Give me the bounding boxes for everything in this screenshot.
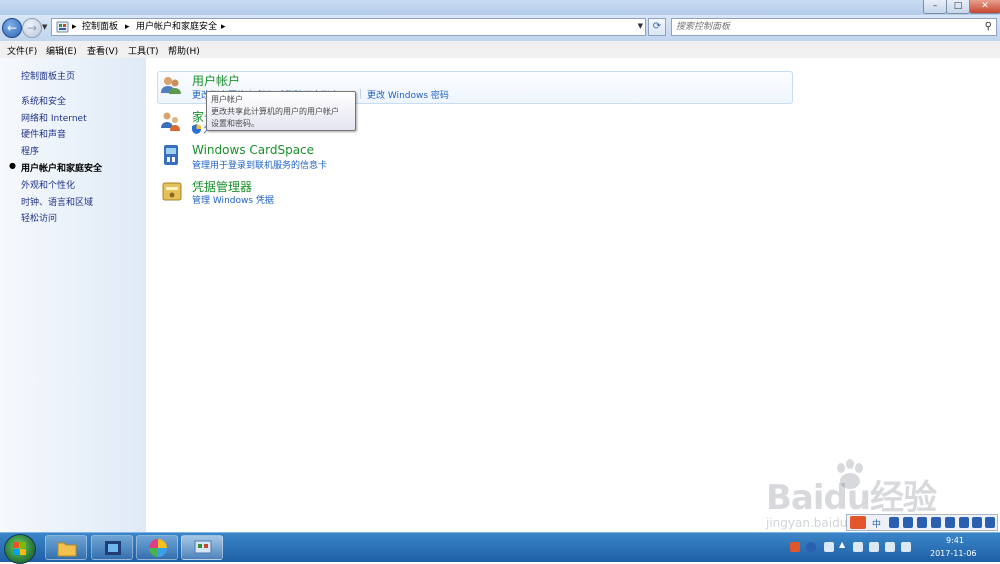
windows-logo-icon bbox=[13, 542, 26, 555]
back-button[interactable]: ← bbox=[2, 18, 22, 38]
sidebar-item-network-internet[interactable]: 网络和 Internet bbox=[21, 111, 87, 124]
clock-time[interactable]: 9:41 bbox=[946, 536, 964, 545]
breadcrumb-control-panel[interactable]: 控制面板 bbox=[82, 21, 118, 33]
tooltip-text-line2: 设置和密码。 bbox=[211, 119, 259, 128]
taskbar-color-app-button[interactable] bbox=[136, 535, 178, 560]
control-panel-window: – □ ✕ ← → ▼ ▸ 控制面板 ▸ 用户帐户和家庭安全 ▸ ▼ ⟳ 搜索控… bbox=[0, 0, 1000, 532]
link-manage-information-cards[interactable]: 管理用于登录到联机服务的信息卡 bbox=[192, 158, 327, 171]
menu-help[interactable]: 帮助(H) bbox=[168, 44, 200, 57]
wrench-icon[interactable] bbox=[985, 517, 995, 528]
sidebar-item-control-panel-home[interactable]: 控制面板主页 bbox=[21, 69, 75, 82]
refresh-icon: ⟳ bbox=[652, 21, 662, 32]
user-icon[interactable] bbox=[959, 517, 969, 528]
credential-manager-icon[interactable] bbox=[161, 180, 183, 202]
back-arrow-icon: ← bbox=[6, 21, 18, 35]
moon-icon[interactable] bbox=[889, 517, 899, 528]
control-panel-icon bbox=[56, 21, 69, 33]
menu-file[interactable]: 文件(F) bbox=[7, 44, 37, 57]
sogou-tray-icon[interactable] bbox=[790, 542, 800, 552]
network-tray-icon[interactable] bbox=[869, 542, 879, 552]
user-accounts-icon[interactable] bbox=[160, 74, 182, 96]
parental-controls-icon[interactable] bbox=[160, 110, 182, 132]
minimize-button[interactable]: – bbox=[923, 0, 947, 14]
category-title-windows-cardspace[interactable]: Windows CardSpace bbox=[192, 143, 314, 157]
punctuation-icon[interactable] bbox=[903, 517, 913, 528]
sogou-ime-icon[interactable] bbox=[850, 516, 866, 529]
music-icon[interactable] bbox=[917, 517, 927, 528]
forward-button[interactable]: → bbox=[22, 18, 42, 38]
taskbar: ▲ bbox=[0, 532, 1000, 564]
tooltip-text-line1: 更改共享此计算机的用户的用户帐户 bbox=[211, 107, 339, 116]
title-bar: – □ ✕ bbox=[0, 0, 1000, 15]
sidebar: 控制面板主页 系统和安全 网络和 Internet 硬件和声音 程序 ● 用户帐… bbox=[0, 58, 146, 532]
sidebar-item-programs[interactable]: 程序 bbox=[21, 144, 39, 157]
sidebar-item-clock-language-region[interactable]: 时钟、语言和区域 bbox=[21, 195, 93, 208]
navigation-bar: ← → ▼ ▸ 控制面板 ▸ 用户帐户和家庭安全 ▸ ▼ ⟳ ⚲ bbox=[0, 15, 1000, 41]
category-title-user-accounts[interactable]: 用户帐户 bbox=[192, 72, 240, 89]
tooltip: 用户帐户 更改共享此计算机的用户的用户帐户 设置和密码。 bbox=[206, 91, 356, 131]
sidebar-item-system-security[interactable]: 系统和安全 bbox=[21, 94, 66, 107]
cardspace-icon[interactable] bbox=[161, 144, 183, 166]
sidebar-item-hardware-sound[interactable]: 硬件和声音 bbox=[21, 127, 66, 140]
bluetooth-tray-icon[interactable] bbox=[824, 542, 834, 552]
show-hidden-icons-button[interactable]: ▲ bbox=[839, 540, 849, 550]
forward-arrow-icon: → bbox=[26, 21, 38, 35]
breadcrumb-user-accounts-family-safety[interactable]: 用户帐户和家庭安全 bbox=[136, 21, 217, 33]
keyboard-icon[interactable] bbox=[945, 517, 955, 528]
uac-shield-icon bbox=[192, 124, 201, 134]
search-input[interactable] bbox=[676, 20, 976, 34]
start-button[interactable] bbox=[4, 534, 36, 564]
taskbar-explorer-button[interactable] bbox=[45, 535, 87, 560]
search-icon[interactable]: ⚲ bbox=[985, 21, 992, 32]
sidebar-item-user-accounts-family-safety: 用户帐户和家庭安全 bbox=[21, 164, 103, 174]
close-button[interactable]: ✕ bbox=[969, 0, 1000, 14]
control-panel-icon bbox=[194, 540, 212, 554]
taskbar-media-player-button[interactable] bbox=[91, 535, 133, 560]
shirt-icon[interactable] bbox=[972, 517, 982, 528]
maximize-button[interactable]: □ bbox=[946, 0, 970, 14]
clock-date[interactable]: 2017-11-06 bbox=[930, 549, 977, 558]
address-dropdown-icon[interactable]: ▼ bbox=[638, 22, 643, 30]
action-center-flag-icon[interactable] bbox=[853, 542, 863, 552]
menu-bar: 文件(F) 编辑(E) 查看(V) 工具(T) 帮助(H) bbox=[0, 41, 1000, 59]
refresh-button[interactable]: ⟳ bbox=[648, 18, 666, 36]
language-bar[interactable]: 中 bbox=[846, 514, 998, 531]
sidebar-item-ease-of-access[interactable]: 轻松访问 bbox=[21, 211, 57, 224]
microphone-icon[interactable] bbox=[931, 517, 941, 528]
link-change-windows-password[interactable]: 更改 Windows 密码 bbox=[367, 88, 449, 101]
film-icon bbox=[105, 541, 121, 555]
menu-edit[interactable]: 编辑(E) bbox=[46, 44, 77, 57]
taskbar-control-panel-button[interactable] bbox=[181, 535, 223, 560]
input-mode-chinese[interactable]: 中 bbox=[872, 517, 881, 530]
sidebar-item-appearance-personalization[interactable]: 外观和个性化 bbox=[21, 178, 75, 191]
folder-icon bbox=[57, 542, 77, 557]
breadcrumb-separator[interactable]: ▸ bbox=[221, 21, 226, 33]
link-manage-windows-credentials[interactable]: 管理 Windows 凭据 bbox=[192, 193, 274, 206]
current-item-bullet-icon: ● bbox=[9, 161, 16, 170]
volume-muted-icon[interactable] bbox=[901, 542, 911, 552]
breadcrumb-separator[interactable]: ▸ bbox=[125, 21, 130, 33]
address-bar[interactable]: ▸ 控制面板 ▸ 用户帐户和家庭安全 ▸ ▼ bbox=[51, 18, 646, 36]
breadcrumb-separator[interactable]: ▸ bbox=[72, 21, 77, 33]
network-signal-icon[interactable] bbox=[885, 542, 895, 552]
menu-view[interactable]: 查看(V) bbox=[87, 44, 118, 57]
link-separator bbox=[360, 89, 361, 99]
help-tray-icon[interactable] bbox=[806, 542, 816, 552]
color-wheel-icon bbox=[149, 539, 167, 557]
tooltip-title: 用户帐户 bbox=[211, 95, 243, 104]
search-box[interactable]: ⚲ bbox=[671, 18, 997, 36]
recent-pages-dropdown[interactable]: ▼ bbox=[42, 23, 47, 31]
menu-tools[interactable]: 工具(T) bbox=[128, 44, 159, 57]
